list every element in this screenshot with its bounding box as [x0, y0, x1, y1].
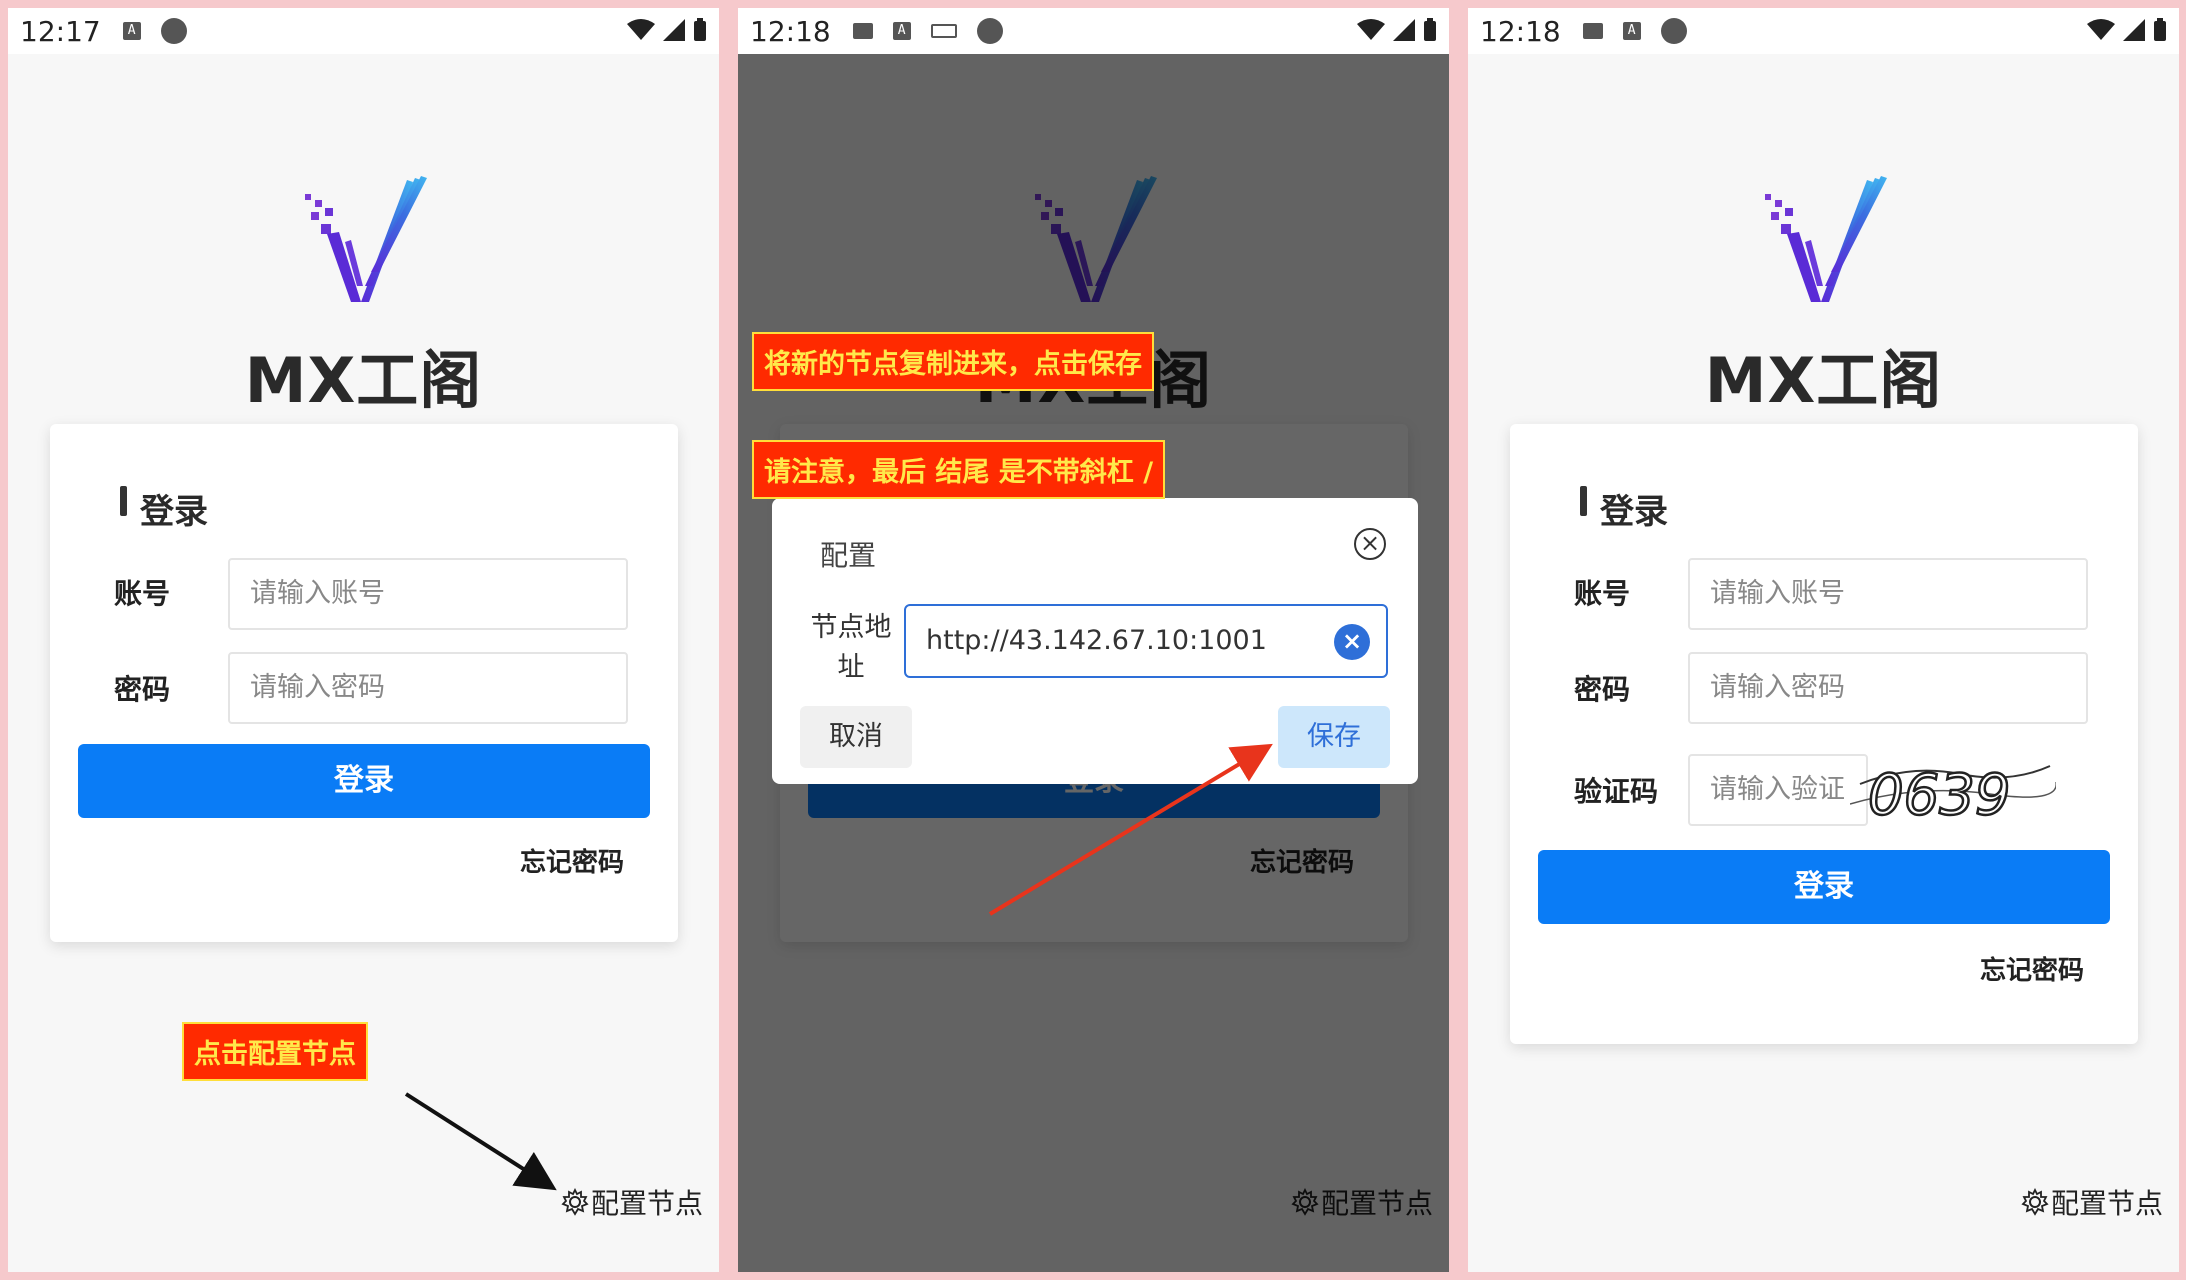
- password-label: 密码: [1574, 673, 1631, 706]
- login-button[interactable]: 登录: [1538, 850, 2110, 924]
- account-input[interactable]: 请输入账号: [228, 558, 628, 630]
- phone-screen-1: 12:17 A MX工阁 登录 账号 请输入账号 密码 请输入密码 登录 忘记密…: [8, 8, 719, 1272]
- config-node-link[interactable]: 配置节点: [561, 1182, 703, 1222]
- forgot-password-link[interactable]: 忘记密码: [1980, 950, 2084, 987]
- signal-icon: [1393, 19, 1415, 41]
- app-logo: [304, 176, 427, 302]
- login-card: 登录 账号 请输入账号 密码 请输入密码 登录 忘记密码: [50, 424, 678, 942]
- signal-icon: [2123, 19, 2145, 41]
- node-address-value: http://43.142.67.10:1001: [926, 625, 1267, 656]
- battery-icon: [2154, 18, 2166, 41]
- node-address-input[interactable]: http://43.142.67.10:1001 ×: [904, 604, 1388, 678]
- brand-title: MX工阁: [1704, 344, 1943, 417]
- notification-circle-icon: [1660, 18, 1687, 44]
- password-input[interactable]: 请输入密码: [1688, 652, 2088, 724]
- config-node-label: 配置节点: [590, 1187, 703, 1220]
- notification-circle-icon: [976, 18, 1003, 44]
- image-notification-icon: [1582, 23, 1603, 39]
- login-button[interactable]: 登录: [78, 744, 650, 818]
- notification-a-icon: A: [122, 22, 141, 40]
- wifi-icon: [1357, 19, 1385, 40]
- wifi-icon: [2087, 19, 2115, 40]
- save-button[interactable]: 保存: [1278, 706, 1390, 768]
- notification-circle-icon: [160, 18, 187, 44]
- cancel-button[interactable]: 取消: [800, 706, 912, 768]
- node-address-label: 节点地址: [810, 612, 892, 683]
- brand-title: MX工阁: [244, 344, 483, 417]
- status-bar: 12:18 A: [738, 8, 1449, 54]
- password-label: 密码: [114, 673, 171, 706]
- config-node-label: 配置节点: [2050, 1187, 2163, 1220]
- config-node-link[interactable]: 配置节点: [2021, 1182, 2163, 1222]
- wifi-icon: [627, 19, 655, 40]
- signal-icon: [663, 19, 685, 41]
- keyboard-icon: [930, 24, 957, 38]
- annotation-no-slash: 请注意，最后 结尾 是不带斜杠 /: [752, 440, 1166, 499]
- notification-a-icon: A: [1622, 22, 1641, 40]
- status-time: 12:17: [20, 14, 101, 48]
- forgot-password-link[interactable]: 忘记密码: [520, 842, 624, 879]
- status-time: 12:18: [1480, 14, 1561, 48]
- password-input[interactable]: 请输入密码: [228, 652, 628, 724]
- captcha-text: 0639: [1868, 763, 2011, 828]
- phone-screen-2: 12:18 A MX工阁 登录 账号 请输入账号 密码 请输入密码 登录 忘记密…: [738, 8, 1449, 1272]
- dialog-title: 配置: [820, 539, 877, 572]
- app-logo: [1764, 176, 1887, 302]
- close-icon[interactable]: ×: [1354, 528, 1386, 560]
- login-card: 登录 账号 请输入账号 密码 请输入密码 验证码 请输入验证 0639 登录 忘…: [1510, 424, 2138, 1044]
- gear-icon: [2021, 1188, 2049, 1216]
- battery-icon: [1424, 18, 1436, 41]
- annotation-click-config: 点击配置节点: [182, 1022, 368, 1081]
- card-title: 登录: [1600, 492, 1668, 532]
- captcha-input[interactable]: 请输入验证: [1688, 754, 1868, 826]
- status-time: 12:18: [750, 14, 831, 48]
- account-input[interactable]: 请输入账号: [1688, 558, 2088, 630]
- card-title: 登录: [140, 492, 208, 532]
- captcha-image[interactable]: 0639: [1850, 754, 2056, 830]
- clear-icon[interactable]: ×: [1334, 624, 1370, 660]
- status-bar: 12:18 A: [1468, 8, 2179, 54]
- status-bar: 12:17 A: [8, 8, 719, 54]
- notification-a-icon: A: [892, 22, 911, 40]
- account-label: 账号: [114, 577, 171, 610]
- account-label: 账号: [1574, 577, 1631, 610]
- captcha-label: 验证码: [1574, 775, 1659, 808]
- battery-icon: [694, 18, 706, 41]
- image-notification-icon: [852, 23, 873, 39]
- phone-screen-3: 12:18 A MX工阁 登录 账号 请输入账号 密码 请输入密码 验证码 请输…: [1468, 8, 2179, 1272]
- config-dialog: 配置 × 节点地址 http://43.142.67.10:1001 × 取消 …: [772, 498, 1418, 784]
- annotation-paste-save: 将新的节点复制进来，点击保存: [752, 332, 1154, 391]
- gear-icon: [561, 1188, 589, 1216]
